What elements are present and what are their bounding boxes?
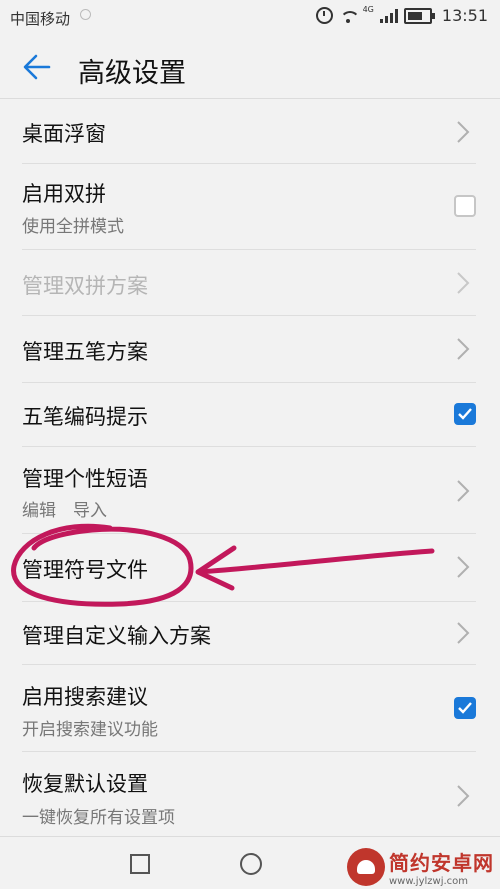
setting-subtitle: 开启搜索建议功能 xyxy=(22,720,158,740)
setting-manage-phrases[interactable]: 管理个性短语 编辑 导入 xyxy=(22,447,476,534)
setting-desktop-float[interactable]: 桌面浮窗 xyxy=(22,100,476,164)
app-header: 高级设置 xyxy=(0,36,500,99)
android-logo-icon xyxy=(347,848,385,886)
setting-manage-shuangpin: 管理双拼方案 xyxy=(22,250,476,316)
status-bar: 中国移动 4G 13:51 xyxy=(0,0,500,36)
search-suggest-checkbox[interactable] xyxy=(454,697,476,719)
page-title: 高级设置 xyxy=(78,58,186,89)
chevron-right-icon xyxy=(457,785,470,807)
alarm-icon xyxy=(315,7,333,24)
chevron-right-icon xyxy=(457,556,470,578)
setting-enable-shuangpin[interactable]: 启用双拼 使用全拼模式 xyxy=(22,164,476,250)
square-icon[interactable] xyxy=(130,854,150,874)
check-icon xyxy=(458,408,472,420)
setting-title: 启用双拼 xyxy=(22,182,106,206)
setting-subtitle: 编辑 导入 xyxy=(22,501,107,521)
check-icon xyxy=(458,702,472,714)
setting-manage-wubi[interactable]: 管理五笔方案 xyxy=(22,316,476,383)
chevron-right-icon xyxy=(457,121,470,143)
watermark: 简约安卓网 www.jylzwj.com xyxy=(347,847,494,887)
wifi-icon xyxy=(339,9,357,23)
circle-icon[interactable] xyxy=(240,853,262,875)
setting-subtitle: 使用全拼模式 xyxy=(22,217,124,237)
setting-restore-defaults[interactable]: 恢复默认设置 一键恢复所有设置项 xyxy=(22,752,476,839)
setting-title: 管理双拼方案 xyxy=(22,274,148,298)
arrow-left-icon xyxy=(23,54,51,80)
clock: 13:51 xyxy=(441,6,488,25)
chevron-right-icon xyxy=(457,622,470,644)
setting-title: 五笔编码提示 xyxy=(22,405,148,429)
network-type-label: 4G xyxy=(362,5,374,14)
shuangpin-checkbox[interactable] xyxy=(454,195,476,217)
settings-list: 桌面浮窗 启用双拼 使用全拼模式 管理双拼方案 管理五笔方案 五笔编码提示 管理… xyxy=(0,100,500,839)
carrier-label: 中国移动 xyxy=(10,10,71,28)
setting-manage-custom-input[interactable]: 管理自定义输入方案 xyxy=(22,602,476,665)
setting-title: 启用搜索建议 xyxy=(22,685,148,709)
setting-title: 恢复默认设置 xyxy=(22,772,148,796)
setting-search-suggest[interactable]: 启用搜索建议 开启搜索建议功能 xyxy=(22,665,476,752)
wubi-hint-checkbox[interactable] xyxy=(454,403,476,425)
back-button[interactable] xyxy=(22,50,52,84)
setting-wubi-hint[interactable]: 五笔编码提示 xyxy=(22,383,476,447)
hd-indicator-icon xyxy=(80,9,91,20)
status-icons: 4G 13:51 xyxy=(315,5,488,25)
setting-title: 桌面浮窗 xyxy=(22,122,106,146)
signal-icon xyxy=(379,8,398,23)
watermark-name: 简约安卓网 xyxy=(389,851,494,875)
chevron-right-icon xyxy=(457,338,470,360)
chevron-right-icon xyxy=(457,480,470,502)
chevron-right-icon xyxy=(457,272,470,294)
setting-title: 管理自定义输入方案 xyxy=(22,624,211,648)
watermark-url: www.jylzwj.com xyxy=(389,876,469,887)
setting-title: 管理五笔方案 xyxy=(22,340,148,364)
setting-title: 管理个性短语 xyxy=(22,467,148,491)
setting-manage-symbols[interactable]: 管理符号文件 xyxy=(22,534,476,602)
setting-subtitle: 一键恢复所有设置项 xyxy=(22,808,175,828)
battery-icon xyxy=(403,7,435,24)
setting-title: 管理符号文件 xyxy=(22,558,148,582)
